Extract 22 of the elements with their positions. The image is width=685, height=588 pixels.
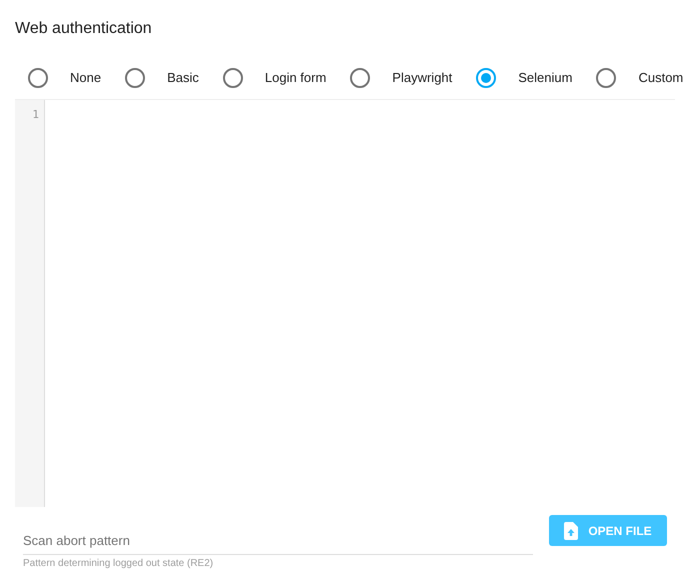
radio-button[interactable] <box>28 68 48 88</box>
radio-label: None <box>70 70 102 85</box>
radio-option[interactable]: Basic <box>125 68 199 88</box>
radio-label: Login form <box>264 70 326 85</box>
radio-button[interactable] <box>596 68 616 88</box>
radio-button[interactable] <box>476 68 496 88</box>
radio-option[interactable]: Selenium <box>476 68 572 88</box>
radio-button[interactable] <box>222 68 243 88</box>
radio-label: Selenium <box>518 70 572 85</box>
radio-label: Custom <box>638 70 684 85</box>
radio-option[interactable]: None <box>28 68 102 88</box>
file-upload-icon <box>564 522 578 540</box>
radio-option[interactable]: Playwright <box>350 68 452 88</box>
radio-label: Playwright <box>392 70 452 85</box>
radio-option[interactable]: Login form <box>222 68 326 88</box>
section-title: Web authentication <box>15 20 153 39</box>
radio-option[interactable]: Custom <box>596 68 684 88</box>
radio-button[interactable] <box>350 68 370 88</box>
line-number: 1 <box>32 108 40 121</box>
helper-text: Pattern determining logged out state (RE2) <box>23 558 214 569</box>
radio-label: Basic <box>167 70 199 85</box>
radio-button[interactable] <box>125 68 146 88</box>
